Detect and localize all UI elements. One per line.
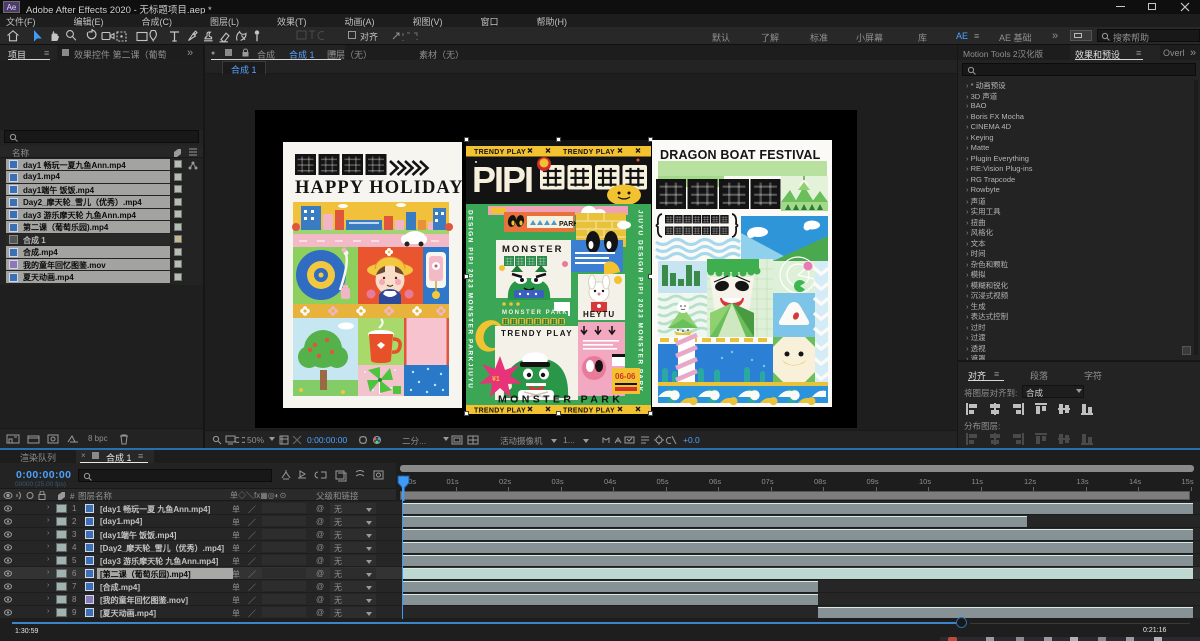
svg-text:HEYTU: HEYTU — [583, 310, 615, 319]
svg-text:PIPI: PIPI — [472, 159, 532, 200]
svg-text:DRAGON BOAT FESTIVAL: DRAGON BOAT FESTIVAL — [660, 148, 821, 162]
svg-text:TRENDY PLAY: TRENDY PLAY — [563, 408, 615, 415]
svg-text:MONSTER PARK: MONSTER PARK — [498, 394, 623, 406]
svg-text:¥1: ¥1 — [492, 376, 500, 383]
svg-text:TRENDY PLAY: TRENDY PLAY — [474, 408, 526, 415]
svg-text:#: # — [70, 492, 75, 500]
svg-text:DESIGN PIPI 2023 MONSTER PARKJ: DESIGN PIPI 2023 MONSTER PARKJIUYU — [467, 210, 474, 389]
svg-text:TRENDY PLAY: TRENDY PLAY — [501, 329, 573, 338]
svg-text:06-06: 06-06 — [615, 372, 636, 381]
svg-text:MONSTER: MONSTER — [502, 244, 564, 255]
svg-text:TRENDY PLAY: TRENDY PLAY — [474, 149, 526, 156]
svg-text:TRENDY PLAY: TRENDY PLAY — [563, 149, 615, 156]
svg-text:JIUYU DESIGN PIPI 2023 MONSTER: JIUYU DESIGN PIPI 2023 MONSTER PARK — [637, 210, 644, 393]
svg-text:PARK: PARK — [559, 221, 578, 228]
svg-text:HAPPY HOLIDAY: HAPPY HOLIDAY — [295, 178, 462, 198]
